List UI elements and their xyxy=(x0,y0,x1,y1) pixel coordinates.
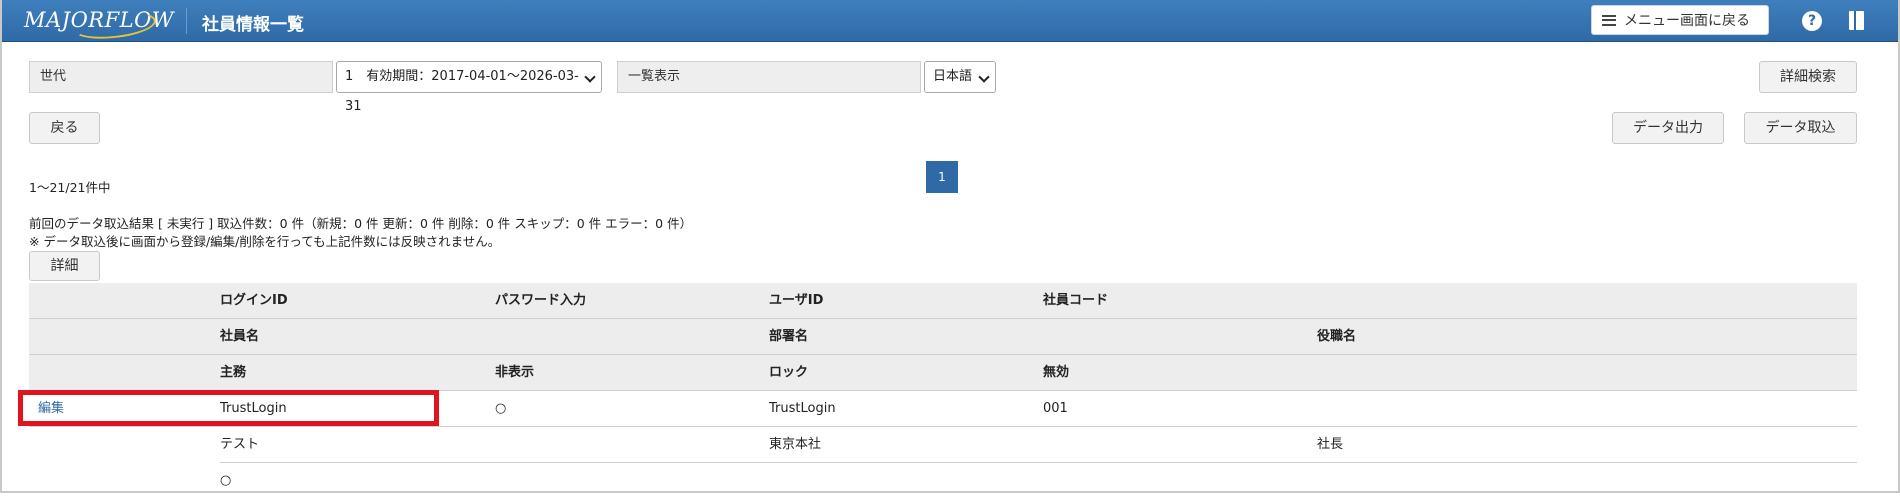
majorflow-logo[interactable]: MAJORFLOW xyxy=(24,7,174,43)
column-header-disabled: 無効 xyxy=(1043,365,1070,380)
book-icon[interactable] xyxy=(1849,11,1864,30)
generation-select-value: 1 有効期間：2017-04-01～2026-03-31 xyxy=(345,69,579,114)
column-header-position: 役職名 xyxy=(1317,329,1357,344)
cell-department: 東京本社 xyxy=(769,437,822,452)
generation-label: 世代 xyxy=(29,61,333,93)
top-bar: MAJORFLOW 社員情報一覧 メニュー画面に戻る ? xyxy=(0,0,1900,43)
cell-user-id: TrustLogin xyxy=(769,401,836,416)
data-export-button[interactable]: データ出力 xyxy=(1612,112,1724,144)
generation-select[interactable]: 1 有効期間：2017-04-01～2026-03-31 xyxy=(336,61,602,114)
chevron-down-icon xyxy=(978,71,990,83)
column-header-password: パスワード入力 xyxy=(495,293,587,308)
chevron-down-icon xyxy=(584,71,596,83)
menu-back-label: メニュー画面に戻る xyxy=(1624,13,1750,29)
page-1-button[interactable]: 1 xyxy=(926,161,958,193)
column-header-primary: 主務 xyxy=(220,365,247,380)
view-label: 一覧表示 xyxy=(617,61,921,93)
back-button[interactable]: 戻る xyxy=(29,112,100,144)
column-header-employee-name: 社員名 xyxy=(220,329,260,344)
table-header-row: 主務 非表示 ロック 無効 xyxy=(29,355,1857,391)
column-header-employee-code: 社員コード xyxy=(1043,293,1109,308)
import-note-text: ※ データ取込後に画面から登録/編集/削除を行っても上記件数には反映されません。 xyxy=(29,234,501,249)
import-result-text: 前回のデータ取込結果 [ 未実行 ] 取込件数：0 件（新規：0 件 更新：0 … xyxy=(29,216,693,231)
cell-password: ○ xyxy=(495,401,507,416)
page-title: 社員情報一覧 xyxy=(202,15,304,35)
column-header-hidden: 非表示 xyxy=(495,365,535,380)
detail-search-button[interactable]: 詳細検索 xyxy=(1759,61,1857,93)
header-divider xyxy=(186,8,187,34)
cell-employee-code: 001 xyxy=(1043,401,1068,416)
employee-table: ログインID パスワード入力 ユーザID 社員コード 社員名 部署名 役職名 主… xyxy=(29,283,1857,488)
help-icon[interactable]: ? xyxy=(1802,11,1822,31)
column-header-department: 部署名 xyxy=(769,329,809,344)
cell-position: 社長 xyxy=(1317,437,1344,452)
table-row: ○ xyxy=(220,463,1857,499)
language-select[interactable]: 日本語 xyxy=(924,61,996,93)
table-header-row: ログインID パスワード入力 ユーザID 社員コード xyxy=(29,283,1857,319)
column-header-login-id: ログインID xyxy=(220,293,288,308)
table-header-row: 社員名 部署名 役職名 xyxy=(29,319,1857,355)
column-header-user-id: ユーザID xyxy=(769,293,824,308)
column-header-lock: ロック xyxy=(769,365,809,380)
menu-icon xyxy=(1602,14,1616,26)
cell-employee-name: テスト xyxy=(220,437,260,452)
cell-login-id: TrustLogin xyxy=(220,401,287,416)
table-row: テスト 東京本社 社長 xyxy=(220,427,1857,463)
language-select-value: 日本語 xyxy=(933,69,973,84)
table-row: 編集 TrustLogin ○ TrustLogin 001 xyxy=(29,391,1857,427)
edit-link[interactable]: 編集 xyxy=(38,391,64,426)
record-count: 1～21/21件中 xyxy=(29,180,111,195)
menu-back-button[interactable]: メニュー画面に戻る xyxy=(1591,5,1769,35)
detail-button[interactable]: 詳細 xyxy=(29,251,100,281)
data-import-button[interactable]: データ取込 xyxy=(1744,112,1857,144)
